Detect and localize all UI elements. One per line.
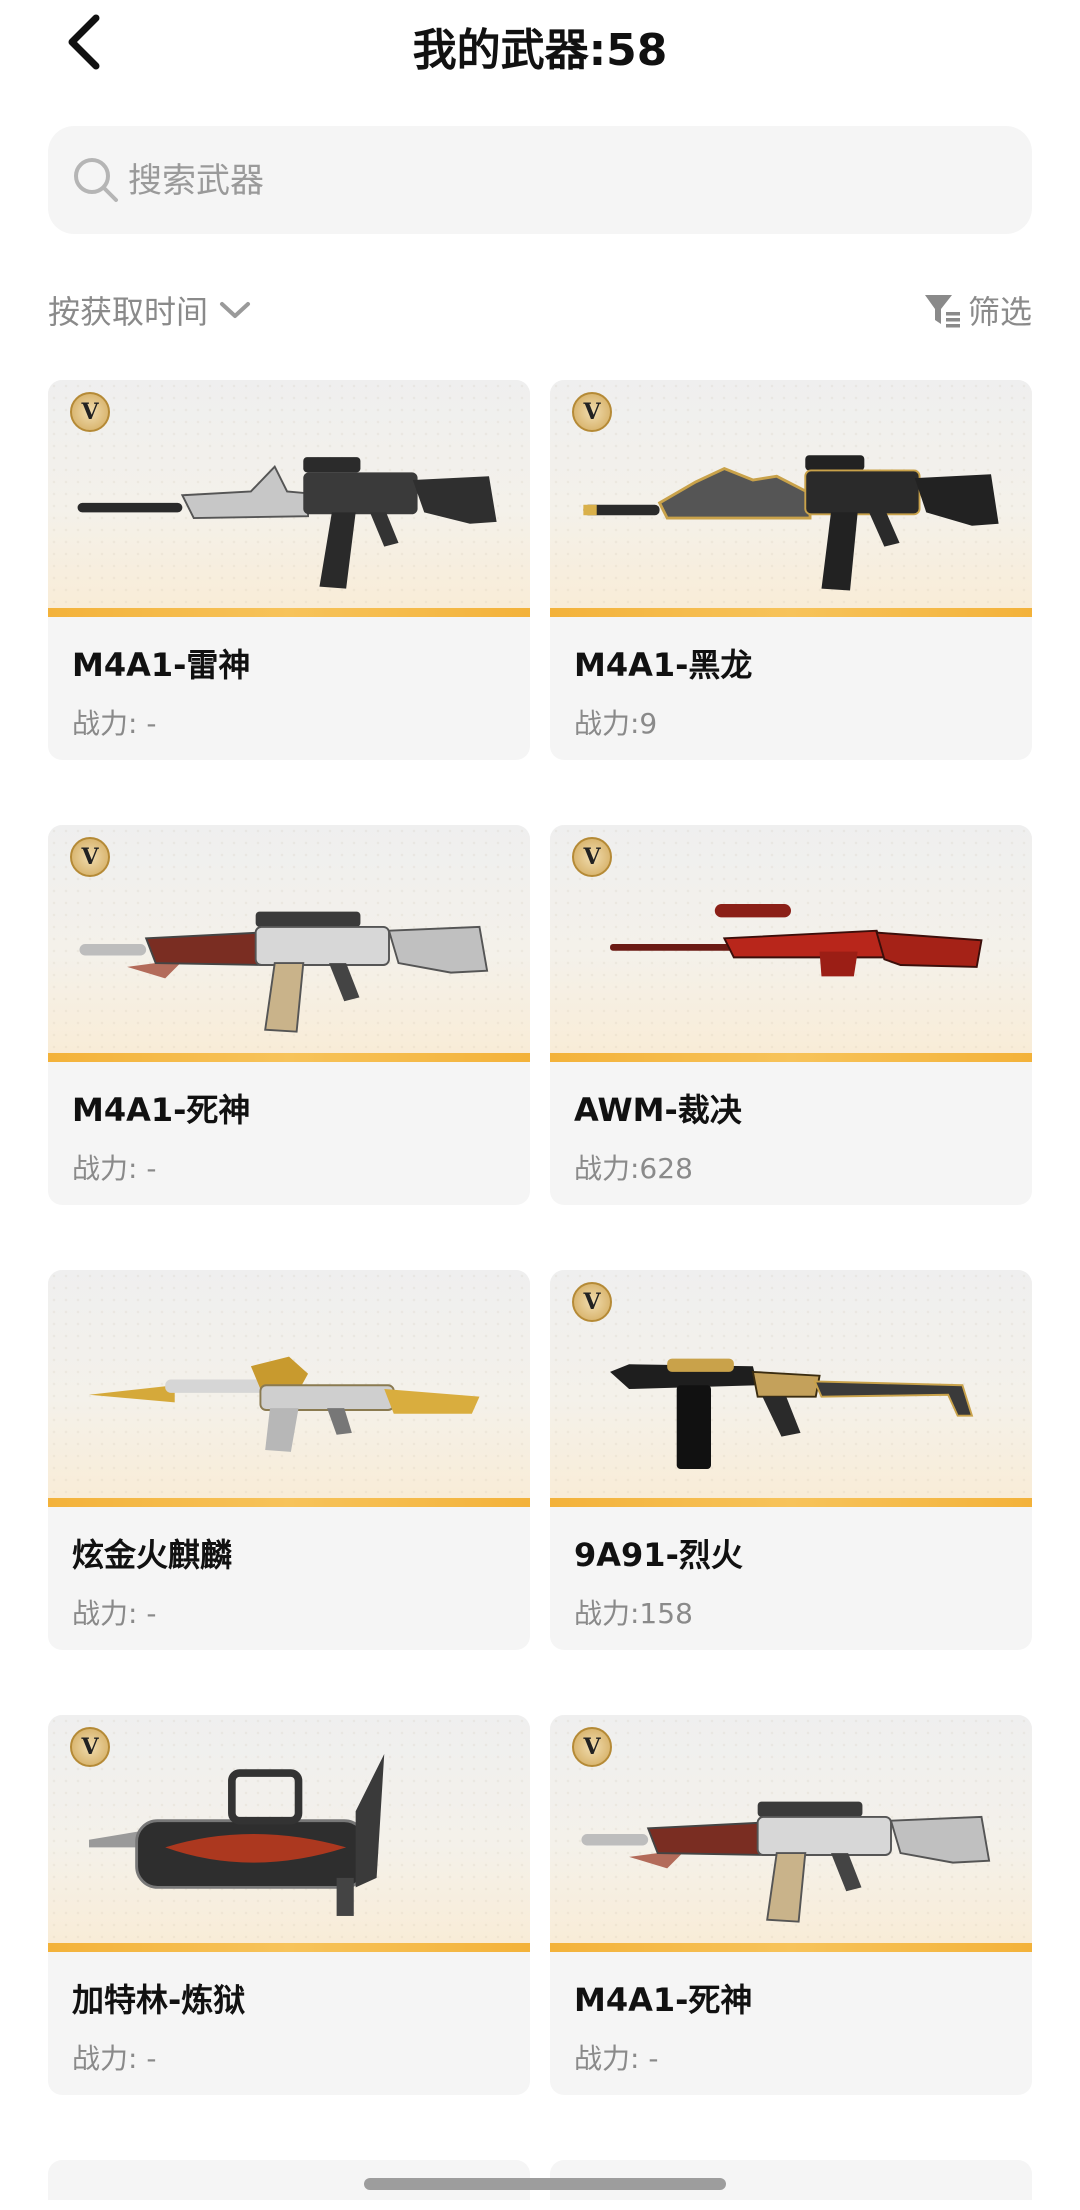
weapon-power: 战力:158	[574, 1597, 693, 1630]
weapon-power: 战力: -	[72, 707, 157, 740]
rarity-stripe	[550, 1498, 1032, 1507]
weapon-card[interactable]: V AWM-裁决 战力:628	[550, 825, 1032, 1205]
chevron-down-icon	[220, 302, 251, 318]
weapon-card[interactable]: V M4A1-死神 战力: -	[48, 825, 530, 1205]
weapon-power: 战力:628	[574, 1152, 693, 1185]
weapon-name: 9A91-烈火	[574, 1536, 743, 1574]
sort-label: 按获取时间	[48, 293, 209, 331]
weapon-name: AWM-裁决	[574, 1091, 742, 1129]
weapon-image	[550, 1715, 1032, 1950]
weapon-gun-icon	[89, 1356, 480, 1452]
vip-badge-icon: V	[572, 837, 612, 877]
vip-badge-icon: V	[70, 837, 110, 877]
vip-badge-icon: V	[572, 1727, 612, 1767]
vip-badge-icon: V	[572, 392, 612, 432]
rarity-stripe	[550, 608, 1032, 617]
weapon-gun-icon	[79, 911, 489, 1033]
weapon-name: M4A1-黑龙	[574, 646, 753, 684]
search-input[interactable]	[126, 126, 1010, 236]
weapon-gun-icon	[89, 1754, 385, 1916]
weapon-card[interactable]: V M4A1-死神 战力: -	[550, 1715, 1032, 2095]
top-bar: 我的武器:58	[0, 0, 1080, 90]
weapon-gun-icon	[583, 455, 999, 591]
weapon-power: 战力: -	[72, 1597, 157, 1630]
weapon-power: 战力: -	[574, 2042, 659, 2075]
weapon-power: 战力: -	[72, 1152, 157, 1185]
weapon-name: M4A1-死神	[72, 1091, 251, 1129]
weapon-name: M4A1-雷神	[72, 646, 251, 684]
weapon-image	[48, 825, 530, 1060]
weapon-gun-icon	[610, 904, 983, 977]
weapon-image	[550, 380, 1032, 615]
weapon-card[interactable]: V M4A1-黑龙 战力:9	[550, 380, 1032, 760]
weapon-card[interactable]: V 加特林-炼狱 战力: -	[48, 1715, 530, 2095]
weapon-power: 战力:9	[574, 707, 658, 740]
rarity-stripe	[48, 1053, 530, 1062]
weapon-name: M4A1-死神	[574, 1981, 753, 2019]
weapon-image	[48, 380, 530, 615]
weapon-card[interactable]: 炫金火麒麟 战力: -	[48, 1270, 530, 1650]
weapon-card[interactable]: V 9A91-烈火 战力:158	[550, 1270, 1032, 1650]
weapon-gun-icon	[610, 1358, 974, 1470]
rarity-stripe	[48, 608, 530, 617]
weapon-power: 战力: -	[72, 2042, 157, 2075]
weapon-name: 加特林-炼狱	[72, 1981, 246, 2019]
home-indicator	[364, 2178, 726, 2190]
sort-dropdown[interactable]: 按获取时间	[48, 286, 252, 334]
weapon-image	[48, 1715, 530, 1950]
weapon-gun-icon	[581, 1801, 991, 1923]
rarity-stripe	[48, 1498, 530, 1507]
page-title: 我的武器:58	[412, 25, 668, 76]
weapon-image	[550, 825, 1032, 1060]
filter-icon	[924, 295, 960, 328]
filter-label: 筛选	[967, 293, 1032, 331]
vip-badge-icon: V	[572, 1282, 612, 1322]
rarity-stripe	[550, 1943, 1032, 1952]
weapon-image	[48, 1270, 530, 1505]
weapon-gun-icon	[77, 457, 497, 589]
rarity-stripe	[550, 1053, 1032, 1062]
weapon-image	[550, 1270, 1032, 1505]
search-bar[interactable]	[48, 126, 1032, 236]
rarity-stripe	[48, 1943, 530, 1952]
search-icon	[74, 158, 118, 202]
vip-badge-icon: V	[70, 1727, 110, 1767]
vip-badge-icon: V	[70, 392, 110, 432]
weapon-card[interactable]: V M4A1-雷神 战力: -	[48, 380, 530, 760]
weapon-name: 炫金火麒麟	[72, 1536, 233, 1574]
filter-button[interactable]: 筛选	[922, 286, 1032, 334]
